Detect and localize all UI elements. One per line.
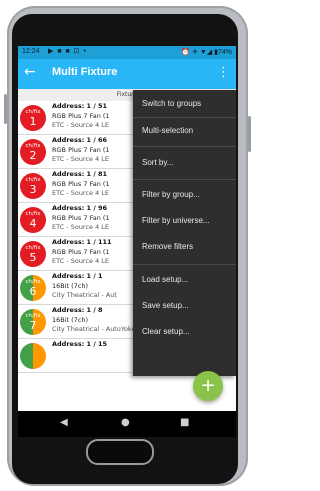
menu-item-label: Sort by...: [142, 158, 174, 167]
overflow-menu: Switch to groups Multi-selection Sort by…: [133, 90, 236, 376]
page-title: Multi Fixture: [52, 66, 118, 78]
power-button: [248, 116, 251, 152]
menu-item-label: Filter by group...: [142, 190, 200, 199]
badge-number: 6: [29, 285, 37, 298]
menu-item-label: Clear setup...: [142, 327, 190, 336]
status-right-icons: ⏰ ✈ ▼◢ ▮74%: [181, 49, 232, 56]
menu-item-label: Switch to groups: [142, 99, 202, 108]
fixture-badge: ch/fix 1: [20, 105, 46, 131]
add-fixture-button[interactable]: +: [193, 371, 223, 401]
badge-number: 1: [29, 115, 37, 128]
status-time: 12:24: [22, 48, 40, 55]
menu-item-clear-setup[interactable]: Clear setup...: [133, 320, 236, 344]
volume-button: [4, 94, 7, 124]
badge-number: 3: [29, 183, 37, 196]
more-vert-icon[interactable]: ⋮: [217, 65, 230, 80]
fixture-badge: ch/fix 6: [20, 275, 46, 301]
menu-divider: [133, 264, 236, 265]
device-screen: 12:24 ▶ ■ ■ ⊡ • ⏰ ✈ ▼◢ ▮74% ← Multi Fixt…: [18, 46, 236, 437]
fixture-badge: [20, 343, 46, 369]
menu-item-multi-selection[interactable]: Multi-selection: [133, 119, 236, 143]
badge-number: 5: [29, 251, 37, 264]
menu-item-label: Load setup...: [142, 275, 189, 284]
fixture-badge: ch/fix 7: [20, 309, 46, 335]
menu-item-save-setup[interactable]: Save setup...: [133, 294, 236, 318]
fixture-badge: ch/fix 4: [20, 207, 46, 233]
menu-divider: [133, 146, 236, 147]
menu-item-label: Remove filters: [142, 242, 194, 251]
menu-divider: [133, 117, 236, 118]
badge-number: 2: [29, 149, 37, 162]
menu-item-label: Filter by universe...: [142, 216, 210, 225]
menu-item-switch-to-groups[interactable]: Switch to groups: [133, 92, 236, 116]
back-arrow-icon[interactable]: ←: [24, 64, 36, 80]
app-bar: ← Multi Fixture ⋮: [18, 59, 236, 89]
menu-item-label: Save setup...: [142, 301, 189, 310]
notification-icons: ▶ ■ ■ ⊡ •: [48, 48, 87, 55]
menu-item-remove-filters[interactable]: Remove filters: [133, 235, 236, 259]
nav-recents-icon[interactable]: ■: [180, 417, 189, 428]
fixture-badge: ch/fix 2: [20, 139, 46, 165]
menu-item-sort-by[interactable]: Sort by...: [133, 151, 236, 175]
fixture-badge: ch/fix 5: [20, 241, 46, 267]
physical-home-button[interactable]: [86, 439, 154, 465]
android-nav-bar: ◀ ● ■: [18, 411, 236, 437]
menu-divider: [133, 179, 236, 180]
status-bar: 12:24 ▶ ■ ■ ⊡ • ⏰ ✈ ▼◢ ▮74%: [18, 46, 236, 59]
nav-back-icon[interactable]: ◀: [60, 417, 68, 428]
menu-item-filter-by-group[interactable]: Filter by group...: [133, 183, 236, 207]
menu-item-label: Multi-selection: [142, 126, 194, 135]
fixture-badge: ch/fix 3: [20, 173, 46, 199]
menu-item-load-setup[interactable]: Load setup...: [133, 268, 236, 292]
menu-item-filter-by-universe[interactable]: Filter by universe...: [133, 209, 236, 233]
screen-bezel: 12:24 ▶ ■ ■ ⊡ • ⏰ ✈ ▼◢ ▮74% ← Multi Fixt…: [12, 14, 238, 484]
badge-number: 4: [29, 217, 37, 230]
badge-number: 7: [29, 319, 37, 332]
nav-home-icon[interactable]: ●: [121, 417, 130, 428]
